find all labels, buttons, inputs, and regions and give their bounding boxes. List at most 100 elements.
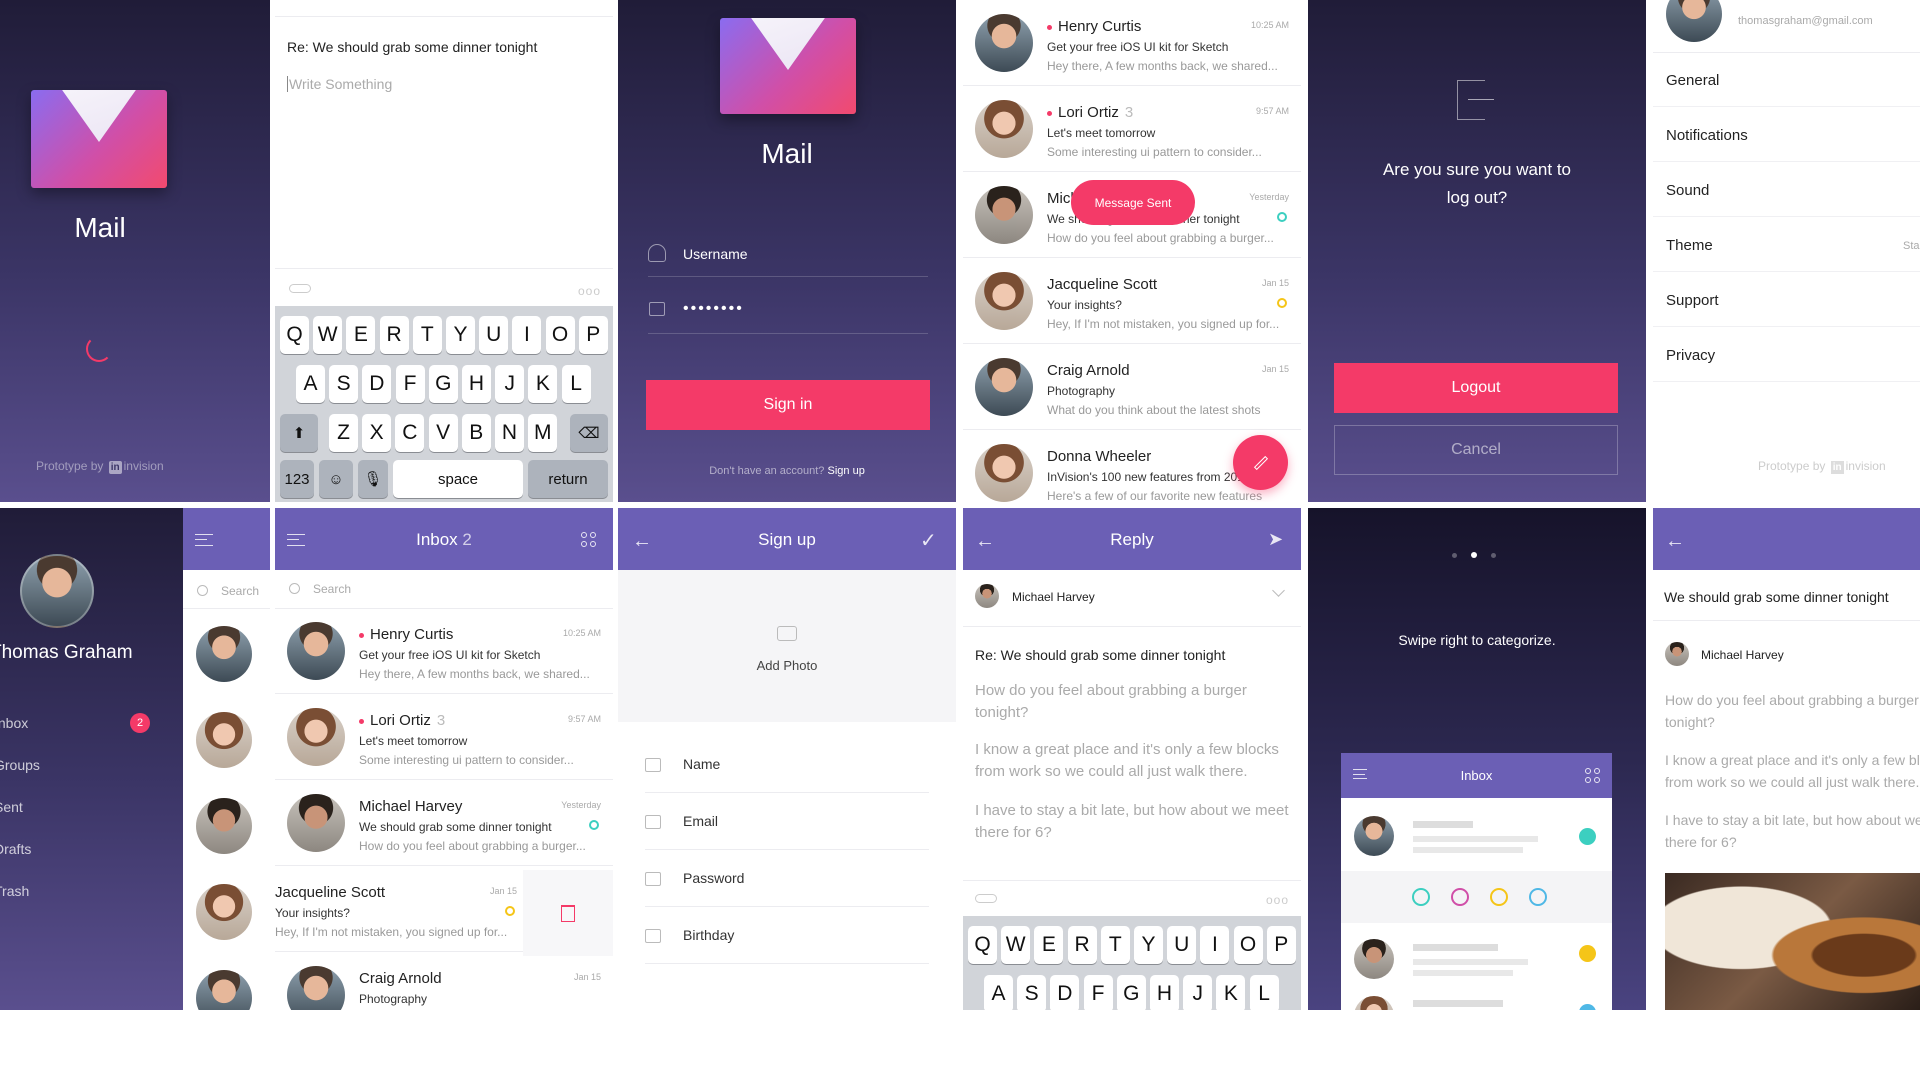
delete-action-button[interactable] bbox=[523, 870, 613, 956]
key-a[interactable]: A bbox=[984, 975, 1013, 1010]
settings-item-privacy[interactable]: Privacy bbox=[1653, 327, 1920, 382]
username-input[interactable]: Username bbox=[683, 246, 748, 262]
settings-item-theme[interactable]: Theme bbox=[1653, 217, 1920, 272]
key-w[interactable]: W bbox=[313, 316, 343, 354]
key-p[interactable]: P bbox=[1266, 926, 1296, 964]
menu-icon[interactable] bbox=[195, 534, 213, 546]
key-v[interactable]: V bbox=[428, 414, 458, 452]
category-option[interactable] bbox=[1412, 888, 1430, 906]
drawer-item-trash[interactable]: Trash bbox=[0, 883, 29, 899]
sign-in-button[interactable]: Sign in bbox=[646, 380, 930, 430]
category-option[interactable] bbox=[1490, 888, 1508, 906]
cancel-button[interactable]: Cancel bbox=[1334, 425, 1618, 475]
key-y[interactable]: Y bbox=[1134, 926, 1163, 964]
list-item[interactable]: Lori Ortiz 3 Let's meet tomorrow Some inter… bbox=[275, 694, 613, 780]
key-l[interactable]: L bbox=[1249, 975, 1279, 1010]
attachment-icon[interactable] bbox=[289, 284, 311, 293]
more-icon[interactable]: ooo bbox=[578, 284, 601, 298]
sign-up-link[interactable]: Sign up bbox=[828, 465, 865, 477]
key-k[interactable]: K bbox=[528, 365, 558, 403]
drawer-item-inbox[interactable]: Inbox bbox=[0, 715, 28, 731]
list-item[interactable]: Michael Harvey We should grab some dinner… bbox=[275, 780, 613, 866]
list-item[interactable]: Craig ArnoldPhotographyWhat do you think… bbox=[275, 952, 613, 1010]
key-z[interactable]: Z bbox=[329, 414, 358, 452]
key-o[interactable]: O bbox=[545, 316, 575, 354]
more-icon[interactable]: ooo bbox=[1266, 893, 1289, 907]
search-input[interactable]: Search bbox=[313, 582, 351, 596]
list-item[interactable]: Lori Ortiz 3 Let's meet tomorrow Some inter… bbox=[963, 86, 1301, 172]
drawer-item-drafts[interactable]: Drafts bbox=[0, 841, 31, 857]
add-photo-area[interactable]: Add Photo bbox=[618, 570, 956, 722]
key-h[interactable]: H bbox=[1150, 975, 1179, 1010]
mic-key[interactable]: 🎙 bbox=[358, 460, 388, 498]
delete-key[interactable]: ⌫ bbox=[570, 414, 608, 452]
category-option[interactable] bbox=[1451, 888, 1469, 906]
send-icon[interactable]: ➤ bbox=[1268, 529, 1283, 550]
key-f[interactable]: F bbox=[395, 365, 425, 403]
grid-icon[interactable] bbox=[581, 532, 597, 548]
drawer-item-sent[interactable]: Sent bbox=[0, 799, 23, 815]
key-s[interactable]: S bbox=[1017, 975, 1047, 1010]
key-m[interactable]: M bbox=[528, 414, 558, 452]
key-c[interactable]: C bbox=[395, 414, 425, 452]
category-option[interactable] bbox=[1529, 888, 1547, 906]
key-j[interactable]: J bbox=[495, 365, 525, 403]
key-u[interactable]: U bbox=[479, 316, 509, 354]
key-t[interactable]: T bbox=[1100, 926, 1130, 964]
list-item[interactable]: Henry Curtis Get your free iOS UI kit for… bbox=[963, 0, 1301, 86]
signup-field-name[interactable]: Name bbox=[683, 756, 720, 772]
key-x[interactable]: X bbox=[362, 414, 392, 452]
settings-item-general[interactable]: General bbox=[1653, 52, 1920, 107]
check-icon[interactable]: ✓ bbox=[920, 528, 937, 553]
key-a[interactable]: A bbox=[296, 365, 325, 403]
numbers-key[interactable]: 123 bbox=[280, 460, 314, 498]
signup-field-birthday[interactable]: Birthday bbox=[683, 927, 734, 943]
settings-item-notifications[interactable]: Notifications bbox=[1653, 107, 1920, 162]
attachment-icon[interactable] bbox=[975, 894, 997, 903]
key-u[interactable]: U bbox=[1167, 926, 1197, 964]
password-input[interactable]: •••••••• bbox=[683, 300, 744, 318]
signup-field-email[interactable]: Email bbox=[683, 813, 718, 829]
key-j[interactable]: J bbox=[1183, 975, 1213, 1010]
key-r[interactable]: R bbox=[1067, 926, 1097, 964]
settings-item-sound[interactable]: Sound bbox=[1653, 162, 1920, 217]
key-w[interactable]: W bbox=[1001, 926, 1031, 964]
key-q[interactable]: Q bbox=[280, 316, 309, 354]
search-input[interactable]: Search bbox=[221, 584, 259, 598]
key-s[interactable]: S bbox=[329, 365, 359, 403]
key-n[interactable]: N bbox=[495, 414, 524, 452]
settings-item-support[interactable]: Support bbox=[1653, 272, 1920, 327]
key-i[interactable]: I bbox=[1200, 926, 1230, 964]
space-key[interactable]: space bbox=[393, 460, 523, 498]
list-item[interactable]: Henry Curtis Get your free iOS UI kit for… bbox=[275, 608, 613, 694]
key-r[interactable]: R bbox=[379, 316, 409, 354]
key-i[interactable]: I bbox=[512, 316, 542, 354]
key-y[interactable]: Y bbox=[446, 316, 475, 354]
logout-button[interactable]: Logout bbox=[1334, 363, 1618, 413]
key-t[interactable]: T bbox=[412, 316, 442, 354]
chevron-down-icon[interactable] bbox=[1272, 584, 1285, 597]
key-k[interactable]: K bbox=[1216, 975, 1246, 1010]
compose-body-input[interactable]: Write Something bbox=[287, 76, 392, 92]
key-f[interactable]: F bbox=[1083, 975, 1113, 1010]
key-g[interactable]: G bbox=[428, 365, 458, 403]
return-key[interactable]: return bbox=[528, 460, 608, 498]
list-item[interactable]: Craig ArnoldPhotographyWhat do you think… bbox=[963, 344, 1301, 430]
signup-field-password[interactable]: Password bbox=[683, 870, 744, 886]
list-item[interactable]: Jacqueline Scott Your insights? Hey, If I'… bbox=[963, 258, 1301, 344]
key-h[interactable]: H bbox=[462, 365, 491, 403]
key-l[interactable]: L bbox=[561, 365, 591, 403]
emoji-key[interactable]: ☺ bbox=[319, 460, 353, 498]
key-e[interactable]: E bbox=[346, 316, 376, 354]
key-p[interactable]: P bbox=[578, 316, 608, 354]
key-o[interactable]: O bbox=[1233, 926, 1263, 964]
key-b[interactable]: B bbox=[461, 414, 491, 452]
compose-fab-button[interactable] bbox=[1233, 435, 1288, 490]
key-g[interactable]: G bbox=[1116, 975, 1146, 1010]
back-arrow-icon[interactable]: ← bbox=[1665, 530, 1685, 553]
key-e[interactable]: E bbox=[1034, 926, 1064, 964]
shift-key[interactable]: ⬆ bbox=[280, 414, 318, 452]
key-d[interactable]: D bbox=[1050, 975, 1080, 1010]
key-q[interactable]: Q bbox=[968, 926, 997, 964]
key-d[interactable]: D bbox=[362, 365, 392, 403]
